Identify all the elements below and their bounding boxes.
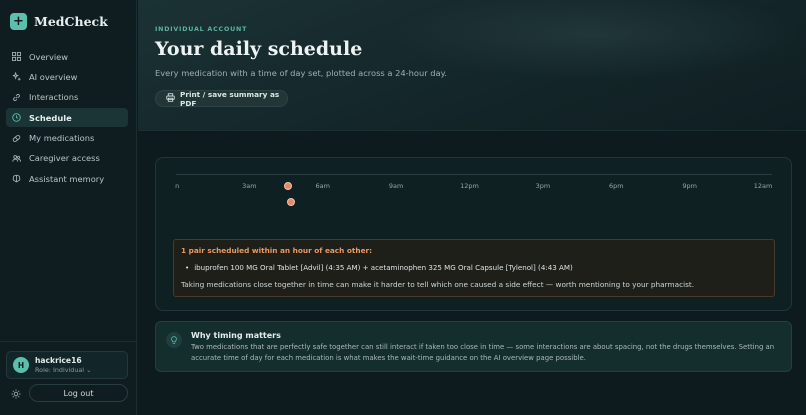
sidebar-item-label: Interactions <box>29 92 79 103</box>
page-title: Your daily schedule <box>155 38 363 60</box>
timeline-tick-label: 3am <box>242 182 257 190</box>
link-icon <box>12 93 21 102</box>
timing-warning: 1 pair scheduled within an hour of each … <box>173 239 775 297</box>
sidebar-item-caregiver-access[interactable]: Caregiver access <box>6 149 128 168</box>
sun-icon <box>11 384 21 403</box>
timeline-tick-label: n <box>175 182 180 190</box>
sidebar-item-ai-overview[interactable]: AI overview <box>6 67 128 86</box>
brand[interactable]: + MedCheck <box>10 13 108 30</box>
print-summary-button[interactable]: Print / save summary as PDF <box>155 89 288 108</box>
timing-info-callout: Why timing matters Two medications that … <box>155 321 792 372</box>
print-summary-label: Print / save summary as PDF <box>180 89 280 108</box>
grid-icon <box>12 52 21 61</box>
user-card[interactable]: H hackrice16 Role: Individual ⌄ <box>6 351 128 379</box>
sidebar-item-label: AI overview <box>29 71 78 82</box>
sidebar-item-label: Caregiver access <box>29 153 100 164</box>
sidebar-item-label: My medications <box>29 133 95 144</box>
user-info: hackrice16 Role: Individual ⌄ <box>35 356 91 374</box>
page-subtitle: Every medication with a time of day set,… <box>155 68 448 78</box>
schedule-timeline-card: n 3am 6am 9am 12pm 3pm 6pm 9pm 12am 1 pair sched… <box>155 157 792 311</box>
sparkle-icon <box>12 72 21 81</box>
timeline-tick-label: 9pm <box>682 182 697 190</box>
sidebar-item-assistant-memory[interactable]: Assistant memory <box>6 169 128 188</box>
users-icon <box>12 154 21 163</box>
account-eyebrow: INDIVIDUAL ACCOUNT <box>155 26 248 33</box>
timeline-axis <box>176 174 772 175</box>
lightbulb-icon <box>166 332 182 348</box>
info-body: Two medications that are perfectly safe … <box>191 343 775 362</box>
timeline-tick-label: 12am <box>753 182 773 190</box>
clock-icon <box>12 113 21 122</box>
timeline-tick-label: 12pm <box>460 182 479 190</box>
warning-title: 1 pair scheduled within an hour of each … <box>181 246 373 255</box>
timeline-tick-label: 9am <box>388 182 404 190</box>
medcheck-logo-icon: + <box>10 13 27 30</box>
dose-marker[interactable] <box>284 182 293 190</box>
brand-name: MedCheck <box>34 14 108 29</box>
pill-icon <box>12 134 21 143</box>
avatar: H <box>13 357 29 373</box>
warning-pair-item: ibuprofen 100 MG Oral Tablet [Advil] (4:… <box>185 263 573 272</box>
page-header: INDIVIDUAL ACCOUNT Your daily schedule E… <box>138 0 806 131</box>
timeline-tick-label: 3pm <box>535 182 551 190</box>
timeline-tick-label: 6pm <box>608 182 624 190</box>
sidebar-item-label: Schedule <box>29 112 72 123</box>
info-title: Why timing matters <box>191 331 281 340</box>
timeline-tick-label: 6am <box>315 182 330 190</box>
sidebar-item-label: Assistant memory <box>29 173 105 184</box>
sidebar-item-overview[interactable]: Overview <box>6 47 128 66</box>
sidebar-item-label: Overview <box>29 51 69 62</box>
sidebar: + MedCheck Overview AI overview Interact… <box>0 0 137 415</box>
warning-note: Taking medications close together in tim… <box>181 280 695 289</box>
user-role[interactable]: Role: Individual ⌄ <box>35 366 91 374</box>
theme-toggle-button[interactable] <box>8 386 23 401</box>
brain-icon <box>12 174 21 183</box>
sidebar-divider <box>0 341 137 342</box>
sidebar-item-my-medications[interactable]: My medications <box>6 129 128 148</box>
sidebar-nav: Overview AI overview Interactions Schedu… <box>6 47 128 190</box>
main-content: INDIVIDUAL ACCOUNT Your daily schedule E… <box>138 0 806 415</box>
dose-marker[interactable] <box>287 198 296 206</box>
sidebar-item-interactions[interactable]: Interactions <box>6 88 128 107</box>
sidebar-item-schedule[interactable]: Schedule <box>6 108 128 128</box>
printer-icon <box>166 93 175 104</box>
user-name: hackrice16 <box>35 356 82 365</box>
logout-button[interactable]: Log out <box>29 384 128 402</box>
